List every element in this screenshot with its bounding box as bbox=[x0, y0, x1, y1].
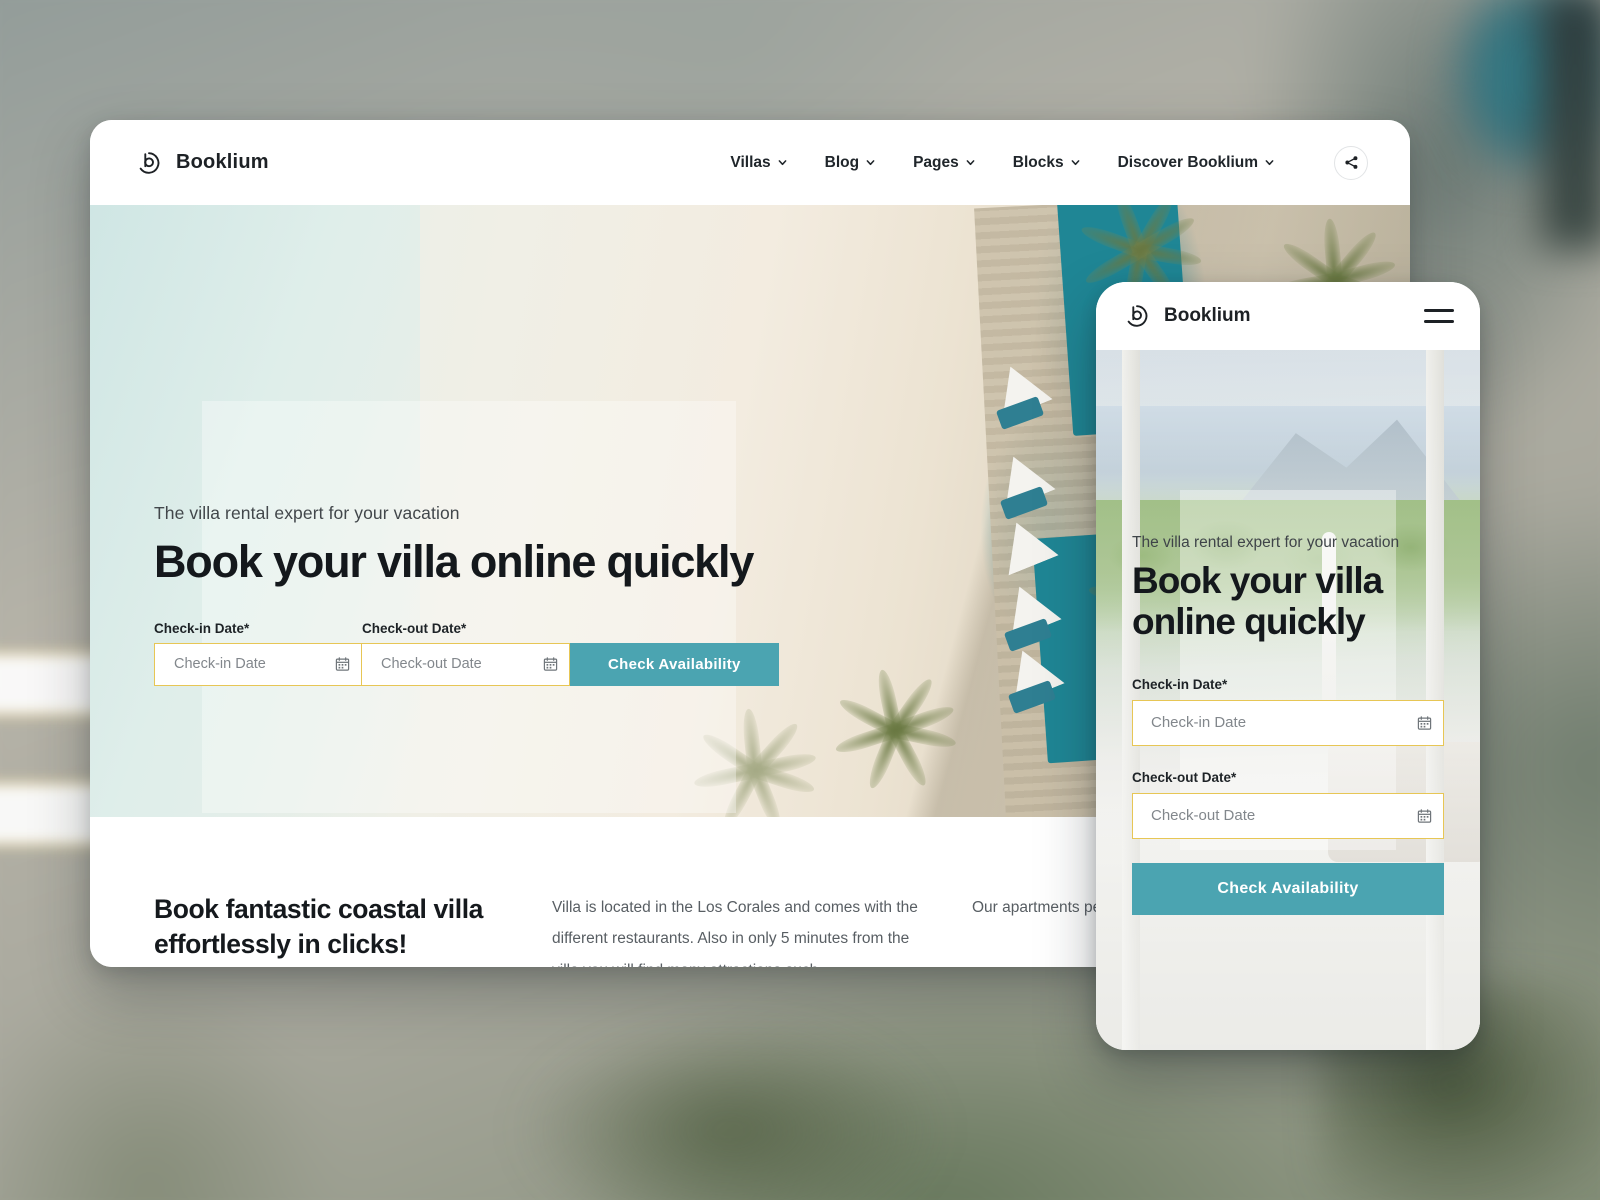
mobile-hero-subtitle: The villa rental expert for your vacatio… bbox=[1132, 534, 1400, 551]
nav-item-blocks[interactable]: Blocks bbox=[1013, 154, 1080, 172]
calendar-icon[interactable] bbox=[1417, 808, 1432, 823]
mobile-checkin-label: Check-in Date* bbox=[1132, 677, 1444, 692]
checkin-placeholder: Check-in Date bbox=[174, 656, 266, 673]
nav-item-pages[interactable]: Pages bbox=[913, 154, 975, 172]
hero-subtitle: The villa rental expert for your vacatio… bbox=[154, 503, 460, 523]
mobile-hero-content: The villa rental expert for your vacatio… bbox=[1096, 350, 1480, 1050]
mobile-brand-name: Booklium bbox=[1164, 305, 1251, 326]
hero-title: Book your villa online quickly bbox=[154, 536, 754, 587]
nav-label: Discover Booklium bbox=[1117, 153, 1258, 171]
chevron-down-icon bbox=[966, 160, 975, 166]
required-marker: * bbox=[1222, 676, 1228, 692]
nav-item-villas[interactable]: Villas bbox=[730, 153, 787, 172]
check-availability-button[interactable]: Check Availability bbox=[570, 642, 779, 686]
section-paragraph-one: Villa is located in the Los Corales and … bbox=[552, 899, 918, 967]
mobile-check-availability-button[interactable]: Check Availability bbox=[1132, 862, 1444, 915]
required-marker: * bbox=[244, 620, 250, 636]
chevron-down-icon bbox=[866, 160, 875, 166]
booklium-b-logo-icon bbox=[1127, 305, 1148, 327]
calendar-icon[interactable] bbox=[543, 657, 558, 672]
checkin-field-group: Check-in Date* Check-in Date bbox=[154, 621, 362, 686]
desktop-header: Booklium Villas Blog Pages Blocks Discov… bbox=[90, 120, 1410, 205]
mobile-checkout-label: Check-out Date* bbox=[1132, 770, 1444, 785]
booklium-b-logo-icon bbox=[139, 151, 160, 174]
required-marker: * bbox=[461, 620, 467, 636]
checkout-label-text: Check-out Date bbox=[362, 620, 462, 636]
mobile-checkin-label-text: Check-in Date bbox=[1132, 676, 1223, 692]
main-navigation: Villas Blog Pages Blocks Discover Bookli… bbox=[730, 145, 1368, 180]
nav-label: Blocks bbox=[1012, 153, 1064, 171]
mobile-checkout-label-text: Check-out Date bbox=[1132, 769, 1232, 785]
checkout-label: Check-out Date* bbox=[362, 621, 570, 636]
brand-logo[interactable]: Booklium bbox=[136, 150, 269, 176]
burger-line bbox=[1424, 309, 1454, 312]
mobile-checkin-input[interactable]: Check-in Date bbox=[1132, 699, 1444, 746]
mobile-checkin-placeholder: Check-in Date bbox=[1151, 714, 1247, 732]
chevron-down-icon bbox=[1265, 160, 1274, 166]
burger-line bbox=[1424, 320, 1454, 323]
nav-item-blog[interactable]: Blog bbox=[825, 154, 875, 172]
checkout-placeholder: Check-out Date bbox=[381, 656, 482, 673]
hamburger-menu-icon[interactable] bbox=[1424, 309, 1454, 323]
chevron-down-icon bbox=[1071, 160, 1080, 166]
share-icon bbox=[1344, 156, 1357, 169]
checkin-label: Check-in Date* bbox=[154, 621, 362, 636]
calendar-icon[interactable] bbox=[1417, 715, 1432, 730]
mobile-checkout-input[interactable]: Check-out Date bbox=[1132, 792, 1444, 839]
hero-content: The villa rental expert for your vacatio… bbox=[154, 205, 934, 817]
screenshot-stage: cation a c k-out heck-o k-out heck-o Boo… bbox=[0, 0, 1600, 1200]
nav-label: Villas bbox=[730, 153, 771, 171]
background-dark-strip bbox=[1540, 0, 1600, 250]
brand-name: Booklium bbox=[176, 151, 269, 173]
chevron-down-icon bbox=[778, 160, 787, 166]
booking-form: Check-in Date* Check-in Date Check-out D… bbox=[154, 621, 914, 686]
mobile-booking-form: Check-in Date* Check-in Date Check-out D… bbox=[1132, 677, 1444, 915]
nav-item-discover-booklium[interactable]: Discover Booklium bbox=[1118, 154, 1274, 172]
mobile-header: Booklium bbox=[1096, 282, 1480, 350]
section-heading: Book fantastic coastal villa effortlessl… bbox=[154, 894, 484, 959]
share-button[interactable] bbox=[1334, 145, 1368, 180]
checkin-label-text: Check-in Date bbox=[154, 620, 245, 636]
nav-label: Blog bbox=[824, 153, 860, 171]
calendar-icon[interactable] bbox=[335, 657, 350, 672]
mobile-checkout-placeholder: Check-out Date bbox=[1151, 807, 1256, 825]
mobile-hero: The villa rental expert for your vacatio… bbox=[1096, 350, 1480, 1050]
nav-label: Pages bbox=[913, 153, 959, 171]
mobile-brand-logo[interactable]: Booklium bbox=[1124, 303, 1251, 329]
mobile-preview-device: Booklium The villa rental expert for you… bbox=[1096, 282, 1480, 1050]
mobile-hero-title: Book your villa online quickly bbox=[1132, 560, 1383, 643]
checkin-input[interactable]: Check-in Date bbox=[154, 642, 362, 686]
background-palm-frond bbox=[520, 1020, 940, 1200]
required-marker: * bbox=[1231, 769, 1237, 785]
checkout-input[interactable]: Check-out Date bbox=[362, 642, 570, 686]
checkout-field-group: Check-out Date* Check-out Date bbox=[362, 621, 570, 686]
